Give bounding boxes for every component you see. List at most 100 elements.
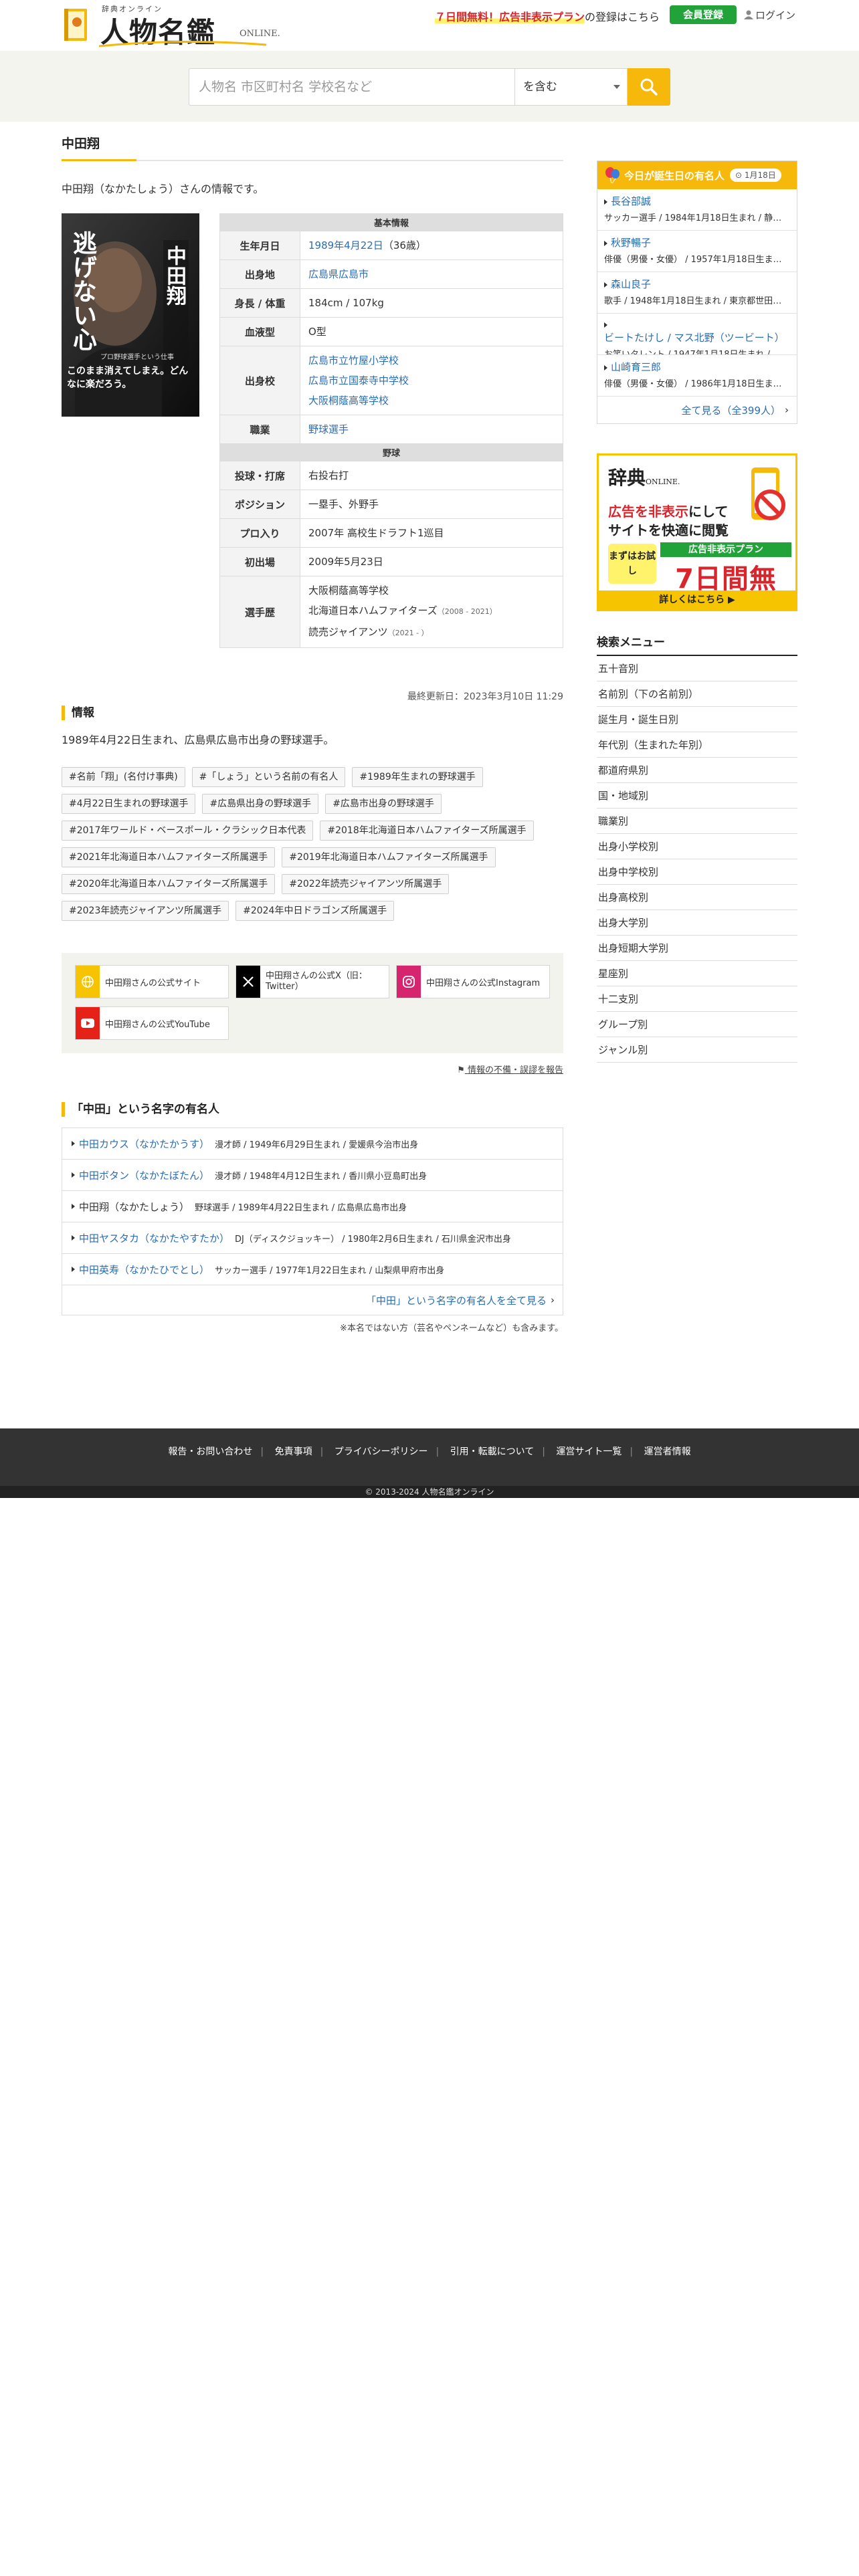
footer-link[interactable]: プライバシーポリシー bbox=[335, 1446, 428, 1457]
tag-list: #名前「翔」(名付け事典) #「しょう」という名前の有名人 #1989年生まれの… bbox=[62, 767, 543, 921]
birthday-item[interactable]: 秋野暢子 俳優（男優・女優） / 1957年1月18日生まれ / 大阪府出身 bbox=[597, 231, 797, 272]
site-logo[interactable]: 辞典オンライン 人物名鑑 ONLINE. bbox=[62, 2, 280, 49]
birthday-item[interactable]: 山崎育三郎 俳優（男優・女優） / 1986年1月18日生まれ / 東京都出身 bbox=[597, 355, 797, 397]
menu-item[interactable]: 出身小学校別 bbox=[597, 834, 797, 859]
job-link[interactable]: 野球選手 bbox=[308, 423, 349, 435]
official-x-link[interactable]: 中田翔さんの公式X（旧：Twitter） bbox=[235, 965, 389, 998]
menu-item[interactable]: 職業別 bbox=[597, 809, 797, 834]
login-link[interactable]: ログイン bbox=[744, 8, 795, 22]
career-team: 北海道日本ハムファイターズ bbox=[308, 605, 438, 617]
search-icon bbox=[640, 78, 658, 96]
tag-link[interactable]: #2019年北海道日本ハムファイターズ所属選手 bbox=[282, 847, 496, 867]
menu-item[interactable]: 出身中学校別 bbox=[597, 859, 797, 885]
namesake-name[interactable]: 中田英寿（なかたひでとし） bbox=[79, 1263, 209, 1277]
namesake-more-link[interactable]: 「中田」という名字の有名人を全て見る › bbox=[62, 1285, 563, 1315]
basic-info-header: 基本情報 bbox=[219, 213, 563, 231]
menu-item[interactable]: 出身短期大学別 bbox=[597, 936, 797, 961]
tag-link[interactable]: #2018年北海道日本ハムファイターズ所属選手 bbox=[320, 821, 534, 841]
school-link[interactable]: 広島市立国泰寺中学校 bbox=[308, 374, 409, 387]
school-link[interactable]: 大阪桐蔭高等学校 bbox=[308, 395, 389, 407]
cover-author-line: プロ野球選手という仕事 bbox=[100, 354, 174, 361]
namesake-heading: 「中田」という名字の有名人 bbox=[62, 1102, 563, 1117]
footer-link[interactable]: 免責事項 bbox=[275, 1446, 312, 1457]
birthday-more-link[interactable]: 全て見る（全399人） › bbox=[597, 397, 797, 423]
register-button[interactable]: 会員登録 bbox=[670, 5, 737, 24]
intro-text: 中田翔（なかたしょう）さんの情報です。 bbox=[62, 183, 264, 195]
list-item: 中田翔（なかたしょう） 野球選手 / 1989年4月22日生まれ / 広島県広島… bbox=[62, 1191, 563, 1222]
menu-item[interactable]: 出身高校別 bbox=[597, 885, 797, 910]
school-link[interactable]: 広島市立竹屋小学校 bbox=[308, 354, 399, 366]
menu-item[interactable]: 都道府県別 bbox=[597, 758, 797, 783]
birth-date-link[interactable]: 1989年4月22日 bbox=[308, 239, 383, 251]
tag-link[interactable]: #広島市出身の野球選手 bbox=[325, 794, 442, 814]
official-youtube-link[interactable]: 中田翔さんの公式YouTube bbox=[75, 1006, 229, 1040]
menu-item[interactable]: 十二支別 bbox=[597, 986, 797, 1012]
balloon-icon bbox=[605, 167, 619, 184]
footer-link[interactable]: 運営サイト一覧 bbox=[556, 1446, 622, 1457]
sidebar: 今日が誕生日の有名人 ⊙ 1月18日 長谷部誠 サッカー選手 / 1984年1月… bbox=[597, 160, 797, 1063]
birthday-name[interactable]: 山崎育三郎 bbox=[611, 361, 661, 373]
search-input[interactable] bbox=[189, 68, 515, 106]
menu-item[interactable]: 名前別（下の名前別） bbox=[597, 681, 797, 707]
tag-link[interactable]: #2017年ワールド・ベースボール・クラシック日本代表 bbox=[62, 821, 314, 841]
tag-link[interactable]: #「しょう」という名前の有名人 bbox=[191, 767, 346, 787]
main-content: 中田翔 中田翔（なかたしょう）さんの情報です。 中田翔 逃げない心 プロ野球選手… bbox=[62, 134, 563, 1333]
birthday-name[interactable]: 森山良子 bbox=[611, 278, 651, 290]
ad-line1-red: 広告を非表示 bbox=[608, 504, 688, 520]
job-label: 職業 bbox=[219, 415, 300, 444]
tag-link[interactable]: #2023年読売ジャイアンツ所属選手 bbox=[62, 901, 229, 921]
birthplace-link[interactable]: 広島県広島市 bbox=[308, 268, 369, 280]
footer-link[interactable]: 報告・お問い合わせ bbox=[168, 1446, 252, 1457]
bat-label: 投球・打席 bbox=[219, 461, 300, 490]
list-item[interactable]: 中田ヤスタカ（なかたやすたか） DJ（ディスクジョッキー） / 1980年2月6… bbox=[62, 1222, 563, 1254]
birthplace-label: 出身地 bbox=[219, 259, 300, 289]
ad-free-plan-banner[interactable]: 辞典ONLINE. 広告を非表示にして サイトを快適に閲覧 まずはお試し 広告非… bbox=[597, 453, 797, 611]
menu-item[interactable]: 出身大学別 bbox=[597, 910, 797, 936]
menu-item[interactable]: 誕生月・誕生日別 bbox=[597, 707, 797, 732]
search-button[interactable] bbox=[628, 68, 670, 106]
tag-link[interactable]: #広島県出身の野球選手 bbox=[202, 794, 319, 814]
pro-value: 2007年 高校生ドラフト1巡目 bbox=[300, 518, 563, 548]
menu-item[interactable]: ジャンル別 bbox=[597, 1037, 797, 1063]
namesake-name[interactable]: 中田カウス（なかたかうす） bbox=[79, 1137, 209, 1151]
tag-link[interactable]: #1989年生まれの野球選手 bbox=[352, 767, 483, 787]
birthday-name[interactable]: ビートたけし / マス北野（ツービート） bbox=[604, 332, 785, 344]
menu-item[interactable]: 年代別（生まれた年別） bbox=[597, 732, 797, 758]
namesake-name[interactable]: 中田ボタン（なかたぼたん） bbox=[79, 1168, 209, 1182]
footer-link[interactable]: 引用・転載について bbox=[450, 1446, 535, 1457]
position-label: ポジション bbox=[219, 490, 300, 519]
birthday-item[interactable]: 長谷部誠 サッカー選手 / 1984年1月18日生まれ / 静岡県藤枝市出身 bbox=[597, 189, 797, 231]
tag-link[interactable]: #名前「翔」(名付け事典) bbox=[62, 767, 185, 787]
search-mode-select[interactable]: を含む bbox=[515, 68, 628, 106]
birth-cell: 1989年4月22日（36歳） bbox=[300, 231, 563, 260]
menu-item[interactable]: 星座別 bbox=[597, 961, 797, 986]
namesake-name[interactable]: 中田ヤスタカ（なかたやすたか） bbox=[79, 1231, 229, 1245]
menu-item[interactable]: 国・地域別 bbox=[597, 783, 797, 809]
menu-item[interactable]: 五十音別 bbox=[597, 656, 797, 681]
list-item[interactable]: 中田カウス（なかたかうす） 漫才師 / 1949年6月29日生まれ / 愛媛県今… bbox=[62, 1128, 563, 1160]
birthday-item[interactable]: 森山良子 歌手 / 1948年1月18日生まれ / 東京都世田谷区出身 bbox=[597, 272, 797, 314]
birthday-item[interactable]: ビートたけし / マス北野（ツービート） お笑いタレント / 1947年1月18… bbox=[597, 314, 797, 355]
birthday-name[interactable]: 長谷部誠 bbox=[611, 195, 651, 207]
namesake-note: ※本名ではない方（芸名やペンネームなど）も含みます。 bbox=[340, 1323, 563, 1333]
book-cover-image[interactable]: 中田翔 逃げない心 プロ野球選手という仕事 このまま消えてしまえ。どんなに楽だろ… bbox=[62, 213, 199, 417]
caret-right-icon bbox=[604, 241, 607, 246]
list-item[interactable]: 中田ボタン（なかたぼたん） 漫才師 / 1948年4月12日生まれ / 香川県小… bbox=[62, 1160, 563, 1191]
tag-link[interactable]: #4月22日生まれの野球選手 bbox=[62, 794, 196, 814]
pro-label: プロ入り bbox=[219, 518, 300, 548]
tag-link[interactable]: #2020年北海道日本ハムファイターズ所属選手 bbox=[62, 874, 276, 894]
tag-link[interactable]: #2022年読売ジャイアンツ所属選手 bbox=[282, 874, 450, 894]
tag-link[interactable]: #2024年中日ドラゴンズ所属選手 bbox=[235, 901, 395, 921]
promo-plan: 広告非表示プラン bbox=[499, 11, 585, 23]
official-instagram-link[interactable]: 中田翔さんの公式Instagram bbox=[396, 965, 550, 998]
birthday-date: 1月18日 bbox=[744, 171, 776, 180]
list-item[interactable]: 中田英寿（なかたひでとし） サッカー選手 / 1977年1月22日生まれ / 山… bbox=[62, 1254, 563, 1285]
ad-free-promo-link[interactable]: ７日間無料！広告非表示プランの登録はこちら bbox=[435, 8, 660, 24]
birthday-name[interactable]: 秋野暢子 bbox=[611, 237, 651, 249]
menu-item[interactable]: グループ別 bbox=[597, 1012, 797, 1037]
official-site-link[interactable]: 中田翔さんの公式サイト bbox=[75, 965, 229, 998]
footer-link[interactable]: 運営者情報 bbox=[644, 1446, 691, 1457]
tag-link[interactable]: #2021年北海道日本ハムファイターズ所属選手 bbox=[62, 847, 276, 867]
career-team: 大阪桐蔭高等学校 bbox=[308, 584, 389, 597]
report-link[interactable]: ⚑ 情報の不備・誤謬を報告 bbox=[62, 1063, 563, 1075]
